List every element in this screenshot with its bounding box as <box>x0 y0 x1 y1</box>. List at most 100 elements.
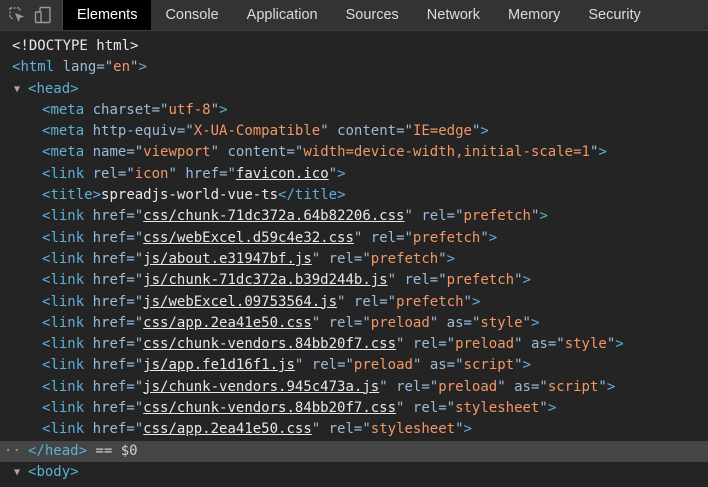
tab-network[interactable]: Network <box>413 0 494 30</box>
selected-marker: == $0 <box>95 442 138 459</box>
link-node[interactable]: <link href="css/chunk-vendors.84bb20f7.c… <box>0 334 708 355</box>
doctype-node[interactable]: <!DOCTYPE html> <box>0 36 708 57</box>
resource-link[interactable]: css/chunk-vendors.84bb20f7.css <box>143 336 396 352</box>
attr-name: as <box>446 314 464 331</box>
tag-name: link <box>50 293 85 310</box>
dom-tree: <!DOCTYPE html> <html lang="en"> ▼ <head>… <box>0 31 708 483</box>
attr-value: preload <box>353 357 413 374</box>
attr-name: href <box>92 229 127 246</box>
attr-name: content <box>337 123 397 140</box>
link-node[interactable]: <link href="css/app.2ea41e50.css" rel="p… <box>0 313 708 334</box>
html-node[interactable]: <html lang="en"> <box>0 57 708 78</box>
tag-name: link <box>50 357 85 374</box>
attr-name: name <box>92 144 127 161</box>
attr-value: preload <box>438 378 498 395</box>
more-actions-icon[interactable]: ·· <box>4 441 21 462</box>
body-tag: body <box>36 463 71 480</box>
inspect-element-icon[interactable] <box>8 6 26 24</box>
doctype-text: <!DOCTYPE html> <box>12 38 139 54</box>
attr-name: rel <box>404 272 430 289</box>
meta-http-equiv-node[interactable]: <meta http-equiv="X-UA-Compatible" conte… <box>0 121 708 142</box>
title-text: spreadjs-world-vue-ts <box>101 187 279 204</box>
resource-link[interactable]: js/app.fe1d16f1.js <box>143 357 295 373</box>
tab-application[interactable]: Application <box>233 0 332 30</box>
tab-security[interactable]: Security <box>574 0 654 30</box>
tab-console[interactable]: Console <box>151 0 232 30</box>
tag-name: link <box>50 229 85 246</box>
attr-name: rel <box>328 314 354 331</box>
html-tag: html <box>20 59 55 76</box>
link-node[interactable]: <link href="css/chunk-71dc372a.64b82206.… <box>0 206 708 227</box>
attr-value: prefetch <box>396 293 464 310</box>
tab-sources[interactable]: Sources <box>332 0 413 30</box>
attr-name: http-equiv <box>92 123 177 140</box>
tab-elements[interactable]: Elements <box>63 0 152 30</box>
tag-name: meta <box>50 101 85 118</box>
tag-name: link <box>50 400 85 417</box>
attr-name: href <box>92 208 127 225</box>
resource-link[interactable]: css/webExcel.d59c4e32.css <box>143 230 354 246</box>
attr-name: href <box>92 293 127 310</box>
attr-name: href <box>92 421 127 438</box>
attr-value: X-UA-Compatible <box>193 123 321 140</box>
link-node[interactable]: <link href="js/app.fe1d16f1.js" rel="pre… <box>0 355 708 376</box>
device-toggle-icon[interactable] <box>34 6 52 24</box>
expand-triangle-icon[interactable]: ▼ <box>14 462 20 483</box>
tag-name: title <box>50 187 93 204</box>
attr-name: rel <box>328 250 354 267</box>
attr-name: href <box>92 314 127 331</box>
link-node[interactable]: <link href="css/app.2ea41e50.css" rel="s… <box>0 419 708 440</box>
resource-link[interactable]: js/chunk-vendors.945c473a.js <box>143 379 379 395</box>
attr-name: href <box>92 378 127 395</box>
link-node[interactable]: <link href="js/webExcel.09753564.js" rel… <box>0 292 708 313</box>
head-tag: head <box>36 80 71 97</box>
attr-value: preload <box>370 314 430 331</box>
link-node[interactable]: <link href="js/chunk-71dc372a.b39d244b.j… <box>0 270 708 291</box>
tag-name: link <box>50 165 85 182</box>
attr-name: rel <box>421 208 447 225</box>
title-node[interactable]: <title>spreadjs-world-vue-ts</title> <box>0 185 708 206</box>
attr-name: href <box>92 357 127 374</box>
resource-link[interactable]: js/chunk-71dc372a.b39d244b.js <box>143 272 387 288</box>
resource-link[interactable]: css/app.2ea41e50.css <box>143 315 312 331</box>
tag-name: link <box>50 314 85 331</box>
attr-name: rel <box>396 378 422 395</box>
tag-name: link <box>50 250 85 267</box>
attr-name: as <box>429 357 447 374</box>
resource-link[interactable]: js/webExcel.09753564.js <box>143 294 337 310</box>
attr-name: href <box>185 165 220 182</box>
attr-name: rel <box>353 293 380 310</box>
resource-link[interactable]: css/app.2ea41e50.css <box>143 421 312 437</box>
attr-value: script <box>547 378 599 395</box>
attr-value: width=device-width,initial-scale=1 <box>303 144 590 161</box>
attr-name: content <box>227 144 287 161</box>
link-node[interactable]: <link href="css/webExcel.d59c4e32.css" r… <box>0 228 708 249</box>
resource-link[interactable]: js/about.e31947bf.js <box>143 251 312 267</box>
attr-name: rel <box>412 336 439 353</box>
tag-name: meta <box>50 144 85 161</box>
attr-name: href <box>92 250 127 267</box>
attr-value: stylesheet <box>370 421 456 438</box>
attr-value: preload <box>455 336 515 353</box>
tag-name: title <box>294 187 338 204</box>
attr-name: charset <box>92 101 152 118</box>
meta-viewport-node[interactable]: <meta name="viewport" content="width=dev… <box>0 142 708 163</box>
attr-name: href <box>92 400 127 417</box>
tag-name: link <box>50 272 85 289</box>
tag-name: link <box>50 336 85 353</box>
head-node[interactable]: ▼ <head> <box>0 79 708 100</box>
link-icon-node[interactable]: <link rel="icon" href="favicon.ico"> <box>0 164 708 185</box>
head-close-node[interactable]: ·· </head> == $0 <box>0 440 708 462</box>
resource-link[interactable]: css/chunk-vendors.84bb20f7.css <box>143 400 396 416</box>
resource-link[interactable]: favicon.ico <box>236 166 329 182</box>
link-node[interactable]: <link href="css/chunk-vendors.84bb20f7.c… <box>0 398 708 419</box>
attr-value: stylesheet <box>455 400 540 417</box>
attr-value: IE=edge <box>412 123 472 140</box>
resource-link[interactable]: css/chunk-71dc372a.64b82206.css <box>143 208 404 224</box>
body-node[interactable]: ▼ <body> <box>0 462 708 483</box>
link-node[interactable]: <link href="js/chunk-vendors.945c473a.js… <box>0 377 708 398</box>
meta-charset-node[interactable]: <meta charset="utf-8"> <box>0 100 708 121</box>
tab-memory[interactable]: Memory <box>494 0 574 30</box>
link-node[interactable]: <link href="js/about.e31947bf.js" rel="p… <box>0 249 708 270</box>
expand-triangle-icon[interactable]: ▼ <box>14 79 20 100</box>
